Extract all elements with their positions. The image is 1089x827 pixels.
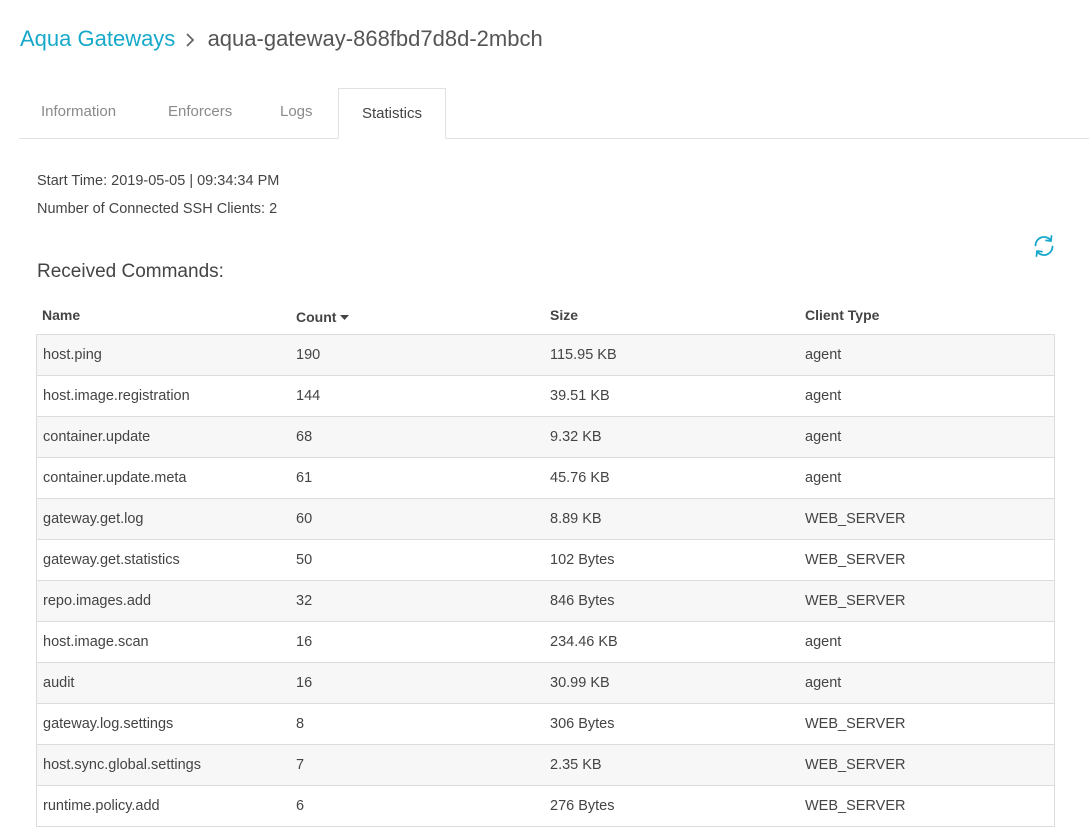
cell-size: 115.95 KB	[550, 347, 617, 363]
cell-count: 61	[296, 470, 313, 486]
column-header-name[interactable]: Name	[42, 304, 80, 326]
table-row: runtime.policy.add 6 276 Bytes WEB_SERVE…	[36, 786, 1055, 827]
tab-statistics[interactable]: Statistics	[338, 88, 446, 139]
cell-name: gateway.get.statistics	[43, 552, 180, 568]
table-row: host.image.registration 144 39.51 KB age…	[36, 376, 1055, 417]
tab-logs[interactable]: Logs	[280, 88, 313, 138]
cell-count: 6	[296, 798, 305, 814]
received-commands-title: Received Commands:	[37, 261, 224, 282]
cell-client-type: agent	[805, 675, 842, 691]
cell-name: audit	[43, 675, 75, 691]
cell-name: gateway.get.log	[43, 511, 144, 527]
cell-client-type: agent	[805, 347, 842, 363]
tab-bar: Information Enforcers Logs Statistics	[19, 88, 1089, 139]
tab-information[interactable]: Information	[41, 88, 116, 138]
cell-count: 8	[296, 716, 305, 732]
cell-client-type: WEB_SERVER	[805, 798, 906, 814]
cell-count: 50	[296, 552, 313, 568]
table-row: gateway.log.settings 8 306 Bytes WEB_SER…	[36, 704, 1055, 745]
cell-client-type: WEB_SERVER	[805, 593, 906, 609]
cell-count: 16	[296, 675, 313, 691]
commands-table-body: host.ping 190 115.95 KB agent host.image…	[36, 334, 1055, 827]
cell-size: 306 Bytes	[550, 716, 615, 732]
cell-name: host.image.scan	[43, 634, 149, 650]
table-row: host.sync.global.settings 7 2.35 KB WEB_…	[36, 745, 1055, 786]
cell-client-type: WEB_SERVER	[805, 511, 906, 527]
cell-client-type: agent	[805, 470, 842, 486]
cell-count: 32	[296, 593, 313, 609]
start-time-text: Start Time: 2019-05-05 | 09:34:34 PM	[37, 173, 280, 189]
cell-name: runtime.policy.add	[43, 798, 160, 814]
cell-count: 7	[296, 757, 305, 773]
cell-client-type: agent	[805, 429, 842, 445]
cell-size: 2.35 KB	[550, 757, 602, 773]
cell-name: host.sync.global.settings	[43, 757, 201, 773]
cell-count: 68	[296, 429, 313, 445]
breadcrumb: Aqua Gateways aqua-gateway-868fbd7d8d-2m…	[20, 25, 543, 53]
cell-size: 9.32 KB	[550, 429, 602, 445]
table-row: host.ping 190 115.95 KB agent	[36, 335, 1055, 376]
cell-name: gateway.log.settings	[43, 716, 174, 732]
chevron-right-icon	[185, 25, 196, 53]
table-row: gateway.get.log 60 8.89 KB WEB_SERVER	[36, 499, 1055, 540]
tab-enforcers[interactable]: Enforcers	[168, 88, 232, 138]
cell-size: 39.51 KB	[550, 388, 610, 404]
cell-client-type: agent	[805, 388, 842, 404]
breadcrumb-aqua-gateways-link[interactable]: Aqua Gateways	[20, 26, 175, 51]
cell-name: host.ping	[43, 347, 102, 363]
column-header-count-label: Count	[296, 309, 337, 325]
refresh-icon[interactable]	[1031, 233, 1057, 259]
cell-count: 60	[296, 511, 313, 527]
cell-count: 190	[296, 347, 321, 363]
cell-size: 8.89 KB	[550, 511, 602, 527]
cell-name: container.update.meta	[43, 470, 187, 486]
cell-client-type: WEB_SERVER	[805, 716, 906, 732]
sort-desc-caret-icon	[340, 304, 350, 326]
cell-size: 30.99 KB	[550, 675, 610, 691]
cell-client-type: WEB_SERVER	[805, 552, 906, 568]
cell-size: 234.46 KB	[550, 634, 618, 650]
table-row: host.image.scan 16 234.46 KB agent	[36, 622, 1055, 663]
table-row: gateway.get.statistics 50 102 Bytes WEB_…	[36, 540, 1055, 581]
table-row: repo.images.add 32 846 Bytes WEB_SERVER	[36, 581, 1055, 622]
cell-size: 276 Bytes	[550, 798, 615, 814]
column-header-count[interactable]: Count	[296, 304, 350, 328]
table-row: audit 16 30.99 KB agent	[36, 663, 1055, 704]
table-row: container.update.meta 61 45.76 KB agent	[36, 458, 1055, 499]
column-header-size[interactable]: Size	[550, 304, 578, 326]
cell-name: repo.images.add	[43, 593, 152, 609]
cell-client-type: WEB_SERVER	[805, 757, 906, 773]
cell-count: 144	[296, 388, 321, 404]
cell-client-type: agent	[805, 634, 842, 650]
cell-size: 102 Bytes	[550, 552, 615, 568]
table-row: container.update 68 9.32 KB agent	[36, 417, 1055, 458]
cell-size: 45.76 KB	[550, 470, 610, 486]
cell-count: 16	[296, 634, 313, 650]
cell-size: 846 Bytes	[550, 593, 615, 609]
page-title: aqua-gateway-868fbd7d8d-2mbch	[207, 26, 543, 51]
table-header: Name Count Size Client Type	[36, 304, 1055, 334]
ssh-clients-text: Number of Connected SSH Clients: 2	[37, 201, 278, 217]
cell-name: host.image.registration	[43, 388, 190, 404]
column-header-client-type[interactable]: Client Type	[805, 304, 879, 326]
cell-name: container.update	[43, 429, 151, 445]
